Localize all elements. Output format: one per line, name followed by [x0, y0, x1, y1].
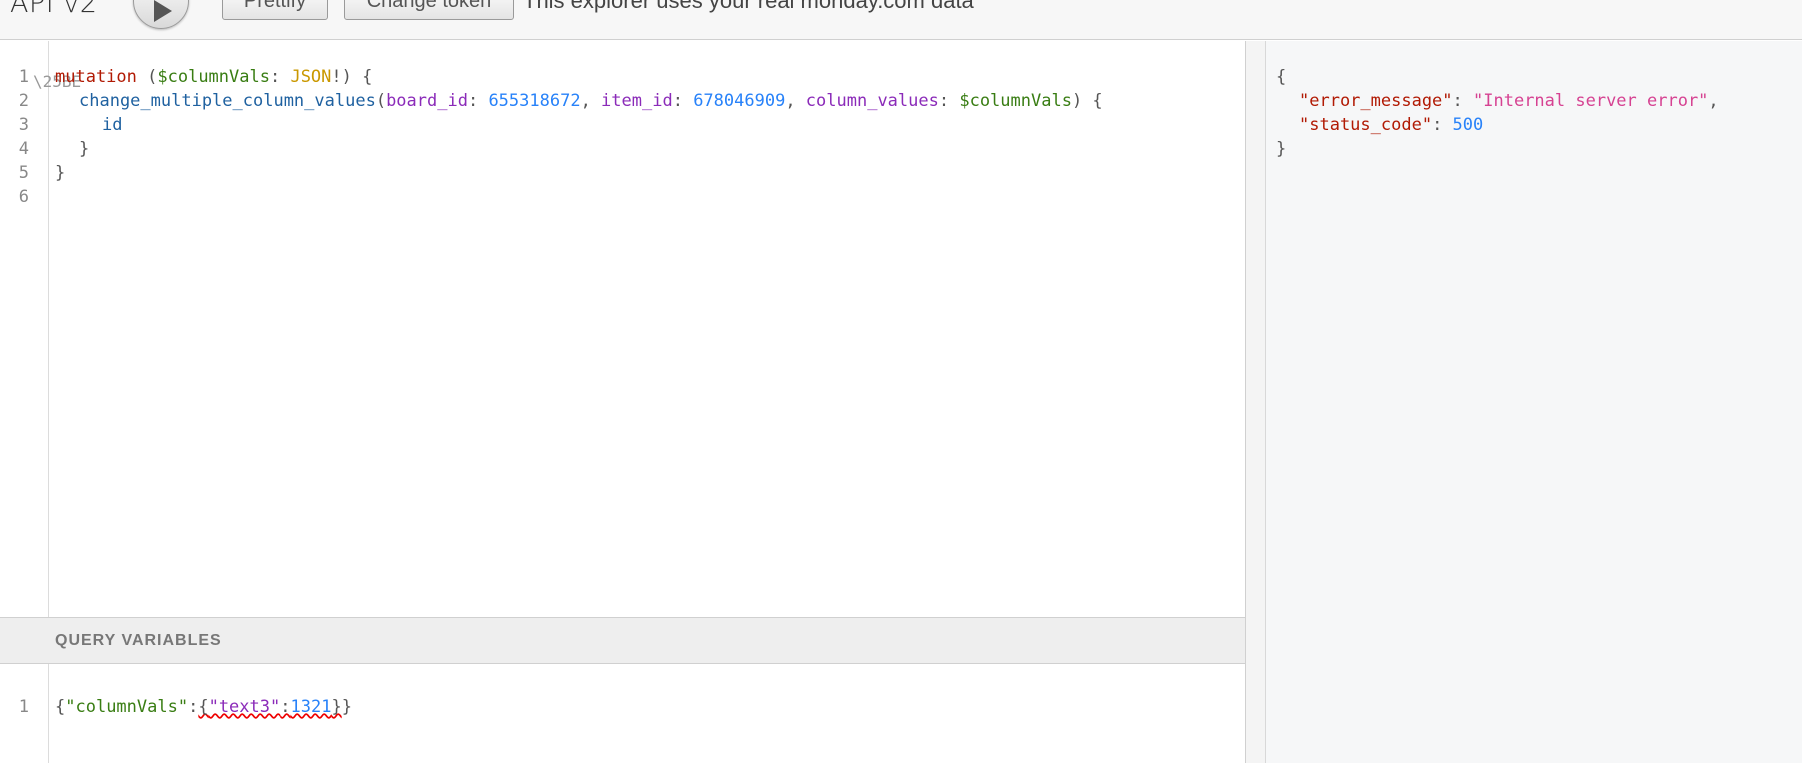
- line-number: 4: [18, 139, 29, 159]
- keyword: mutation: [55, 67, 137, 87]
- number-value: 1321: [290, 697, 332, 717]
- line-number: 2: [18, 91, 29, 111]
- number-value: 655318672: [488, 91, 581, 111]
- number-value: 500: [1452, 115, 1484, 135]
- json-key: "columnVals": [65, 697, 189, 717]
- punctuation: (: [136, 67, 158, 87]
- code-line-4: }: [79, 139, 89, 159]
- argument-name: board_id: [386, 91, 468, 111]
- argument-name: column_values: [805, 91, 939, 111]
- punctuation: :: [938, 91, 960, 111]
- app-title: API v2: [10, 0, 98, 19]
- toolbar: API v2 Prettify Change token This explor…: [0, 0, 1802, 40]
- explorer-note: This explorer uses your real monday.com …: [523, 0, 974, 13]
- line-number: 5: [18, 163, 29, 183]
- line-number: 3: [18, 115, 29, 135]
- json-key: "text3": [208, 697, 281, 717]
- line-number: 1: [18, 67, 29, 87]
- punctuation: :: [467, 91, 489, 111]
- punctuation: :: [672, 91, 694, 111]
- change-token-button[interactable]: Change token: [344, 0, 514, 20]
- punctuation: (: [375, 91, 387, 111]
- string-value: "Internal server error": [1473, 91, 1709, 111]
- punctuation: }: [341, 697, 352, 717]
- type-name: JSON: [290, 67, 332, 87]
- code-line-2: change_multiple_column_values(board_id: …: [79, 91, 1103, 111]
- json-key: "error_message": [1299, 91, 1453, 111]
- query-variables-editor[interactable]: 1 {"columnVals":{"text3":1321}}: [0, 664, 1246, 763]
- prettify-button[interactable]: Prettify: [222, 0, 328, 20]
- punctuation: :: [1452, 91, 1474, 111]
- punctuation: }: [79, 139, 90, 159]
- punctuation: {: [55, 697, 66, 717]
- punctuation: ,: [785, 91, 806, 111]
- argument-name: item_id: [601, 91, 673, 111]
- result-line-2: "error_message": "Internal server error"…: [1299, 91, 1719, 111]
- result-viewer: { "error_message": "Internal server erro…: [1266, 41, 1802, 763]
- result-line-3: "status_code": 500: [1299, 115, 1483, 135]
- punctuation: :: [269, 67, 291, 87]
- run-button[interactable]: [133, 0, 189, 29]
- punctuation: ,: [1708, 91, 1719, 111]
- line-number: 1: [18, 697, 29, 717]
- query-variables-header[interactable]: QUERY VARIABLES: [0, 617, 1246, 664]
- punctuation: ) {: [1071, 91, 1103, 111]
- punctuation: :: [1432, 115, 1453, 135]
- punctuation: :: [280, 697, 291, 717]
- json-key: "status_code": [1299, 115, 1433, 135]
- number-value: 678046909: [693, 91, 786, 111]
- line-number-gutter: 1 2 3 4 5 6: [0, 41, 49, 617]
- pane-resize-handle[interactable]: [1246, 41, 1266, 763]
- field-name: change_multiple_column_values: [79, 91, 376, 111]
- punctuation: {: [198, 697, 209, 717]
- field-name: id: [102, 115, 123, 135]
- result-line-4: }: [1276, 139, 1287, 159]
- variables-line-1: {"columnVals":{"text3":1321}}: [55, 697, 352, 717]
- result-line-1: {: [1276, 67, 1287, 87]
- query-editor[interactable]: 1 2 3 4 5 6 \25BE mutation ($columnVals:…: [0, 41, 1246, 617]
- play-icon: [154, 0, 172, 22]
- variable: $columnVals: [959, 91, 1072, 111]
- line-number-gutter: 1: [0, 664, 49, 763]
- query-variables-title: QUERY VARIABLES: [55, 632, 222, 649]
- punctuation: }: [55, 163, 66, 183]
- punctuation: }: [331, 697, 342, 717]
- code-line-3: id: [102, 115, 122, 135]
- punctuation: ,: [580, 91, 602, 111]
- code-line-5: }: [55, 163, 65, 183]
- punctuation: :: [188, 697, 199, 717]
- punctuation: !) {: [331, 67, 373, 87]
- code-line-1: mutation ($columnVals: JSON!) {: [55, 67, 372, 87]
- variable: $columnVals: [157, 67, 270, 87]
- line-number: 6: [18, 187, 29, 207]
